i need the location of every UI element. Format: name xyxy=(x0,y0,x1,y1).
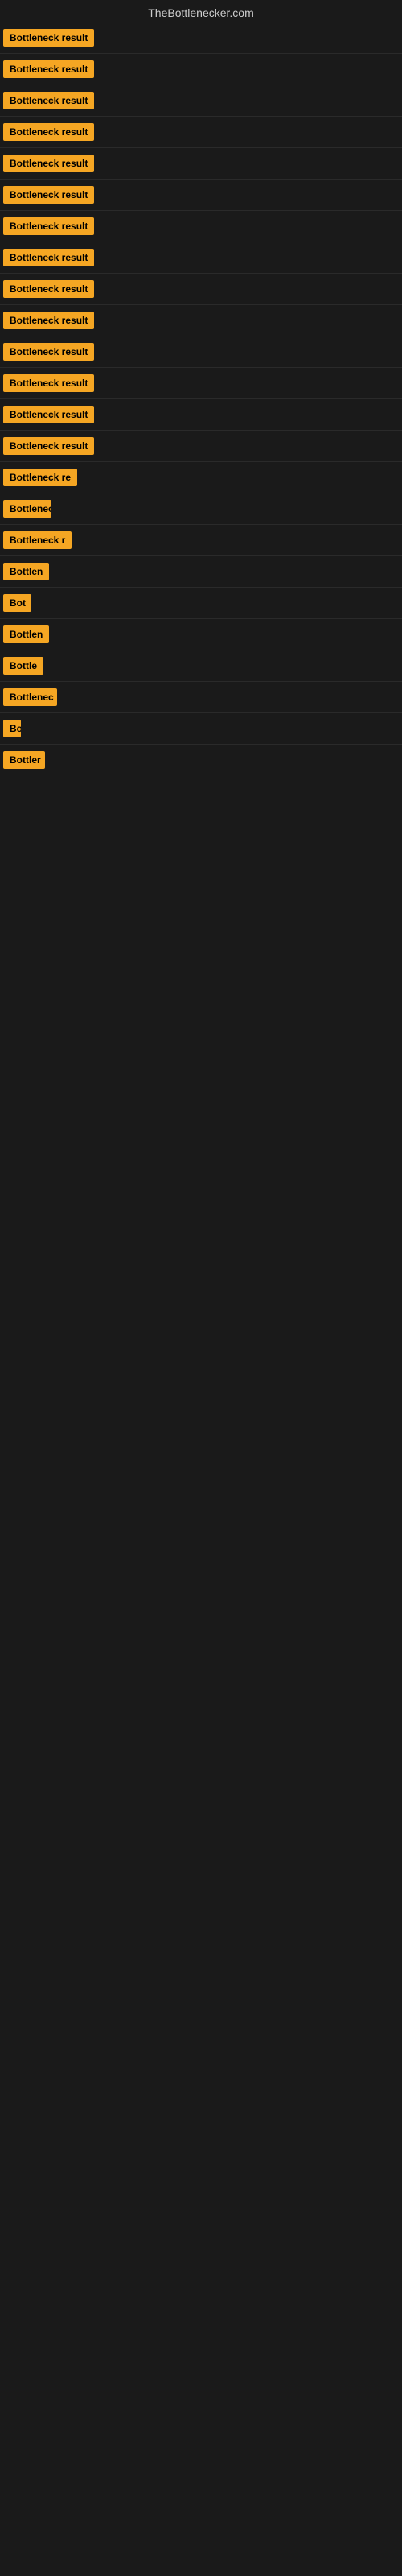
bottleneck-badge[interactable]: Bottleneck result xyxy=(3,437,94,455)
bottleneck-badge[interactable]: Bottlen xyxy=(3,625,49,643)
result-row: Bottleneck result xyxy=(0,180,402,211)
result-row: Bottlenec xyxy=(0,682,402,713)
result-row: Bottler xyxy=(0,745,402,775)
result-row: Bottleneck r xyxy=(0,525,402,556)
result-row: Bottleneck result xyxy=(0,431,402,462)
bottleneck-badge[interactable]: Bottleneck result xyxy=(3,374,94,392)
result-row: Bo xyxy=(0,713,402,745)
bottleneck-badge[interactable]: Bottleneck r xyxy=(3,531,72,549)
bottleneck-badge[interactable]: Bottleneck result xyxy=(3,29,94,47)
bottleneck-badge[interactable]: Bottler xyxy=(3,751,45,769)
bottleneck-badge[interactable]: Bottleneck result xyxy=(3,155,94,172)
result-row: Bottleneck result xyxy=(0,148,402,180)
result-row: Bottleneck result xyxy=(0,274,402,305)
bottleneck-badge[interactable]: Bo xyxy=(3,720,21,737)
site-title: TheBottlenecker.com xyxy=(0,0,402,23)
bottleneck-badge[interactable]: Bottleneck result xyxy=(3,249,94,266)
bottleneck-badge[interactable]: Bottleneck result xyxy=(3,92,94,109)
bottleneck-badge[interactable]: Bottleneck result xyxy=(3,312,94,329)
result-row: Bottleneck result xyxy=(0,211,402,242)
bottleneck-badge[interactable]: Bottle xyxy=(3,657,43,675)
result-row: Bottleneck result xyxy=(0,305,402,336)
result-row: Bottleneck result xyxy=(0,336,402,368)
result-row: Bottlenec xyxy=(0,493,402,525)
results-container: Bottleneck result Bottleneck result Bottle… xyxy=(0,23,402,775)
result-row: Bottleneck result xyxy=(0,54,402,85)
bottleneck-badge[interactable]: Bot xyxy=(3,594,31,612)
result-row: Bottlen xyxy=(0,556,402,588)
bottleneck-badge[interactable]: Bottleneck result xyxy=(3,343,94,361)
result-row: Bottleneck re xyxy=(0,462,402,493)
result-row: Bottle xyxy=(0,650,402,682)
result-row: Bottleneck result xyxy=(0,23,402,54)
bottleneck-badge[interactable]: Bottleneck re xyxy=(3,469,77,486)
bottleneck-badge[interactable]: Bottleneck result xyxy=(3,60,94,78)
bottleneck-badge[interactable]: Bottleneck result xyxy=(3,123,94,141)
result-row: Bottleneck result xyxy=(0,368,402,399)
bottleneck-badge[interactable]: Bottleneck result xyxy=(3,406,94,423)
site-header: TheBottlenecker.com xyxy=(0,0,402,23)
bottleneck-badge[interactable]: Bottleneck result xyxy=(3,186,94,204)
result-row: Bottlen xyxy=(0,619,402,650)
bottleneck-badge[interactable]: Bottlen xyxy=(3,563,49,580)
result-row: Bottleneck result xyxy=(0,117,402,148)
result-row: Bottleneck result xyxy=(0,85,402,117)
bottleneck-badge[interactable]: Bottlenec xyxy=(3,688,57,706)
result-row: Bottleneck result xyxy=(0,242,402,274)
bottleneck-badge[interactable]: Bottleneck result xyxy=(3,280,94,298)
bottleneck-badge[interactable]: Bottlenec xyxy=(3,500,51,518)
result-row: Bot xyxy=(0,588,402,619)
result-row: Bottleneck result xyxy=(0,399,402,431)
bottleneck-badge[interactable]: Bottleneck result xyxy=(3,217,94,235)
